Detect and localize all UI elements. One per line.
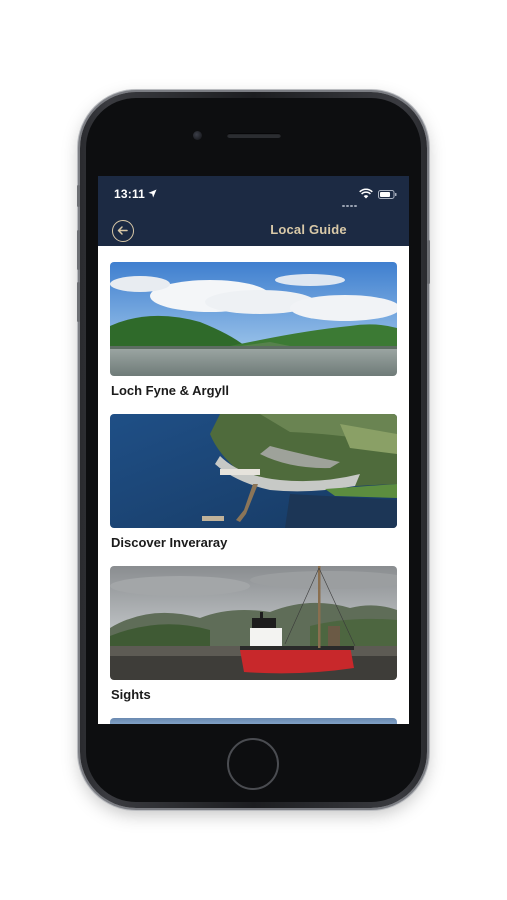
earpiece-speaker xyxy=(227,133,281,138)
home-button[interactable] xyxy=(227,738,279,790)
list-item-discover-inveraray[interactable]: Discover Inveraray xyxy=(110,414,397,566)
inveraray-image xyxy=(110,414,397,528)
mute-switch xyxy=(77,185,80,207)
front-camera xyxy=(193,131,202,140)
card-label: Loch Fyne & Argyll xyxy=(111,383,229,398)
wifi-icon xyxy=(359,188,373,199)
cellular-signal-icon xyxy=(342,194,358,212)
loch-fyne-image xyxy=(110,262,397,376)
guide-list: Loch Fyne & Argyll Discover Inveraray Si… xyxy=(110,262,397,724)
status-time: 13:11 xyxy=(114,187,146,201)
sights-image xyxy=(110,566,397,680)
list-item-loch-fyne[interactable]: Loch Fyne & Argyll xyxy=(110,262,397,414)
volume-up-button xyxy=(77,230,80,270)
app-header: 13:11 Local Guide xyxy=(98,176,409,246)
app-screen: 13:11 Local Guide Loch Fyne & Argyll Dis… xyxy=(98,176,409,724)
battery-icon xyxy=(378,190,397,199)
location-arrow-icon xyxy=(148,189,157,198)
power-button xyxy=(427,240,430,284)
list-item-sights[interactable]: Sights xyxy=(110,566,397,718)
page-title: Local Guide xyxy=(270,222,347,237)
next-card-image-peek[interactable] xyxy=(110,718,397,724)
volume-down-button xyxy=(77,282,80,322)
card-label: Sights xyxy=(111,687,151,702)
card-label: Discover Inveraray xyxy=(111,535,228,550)
